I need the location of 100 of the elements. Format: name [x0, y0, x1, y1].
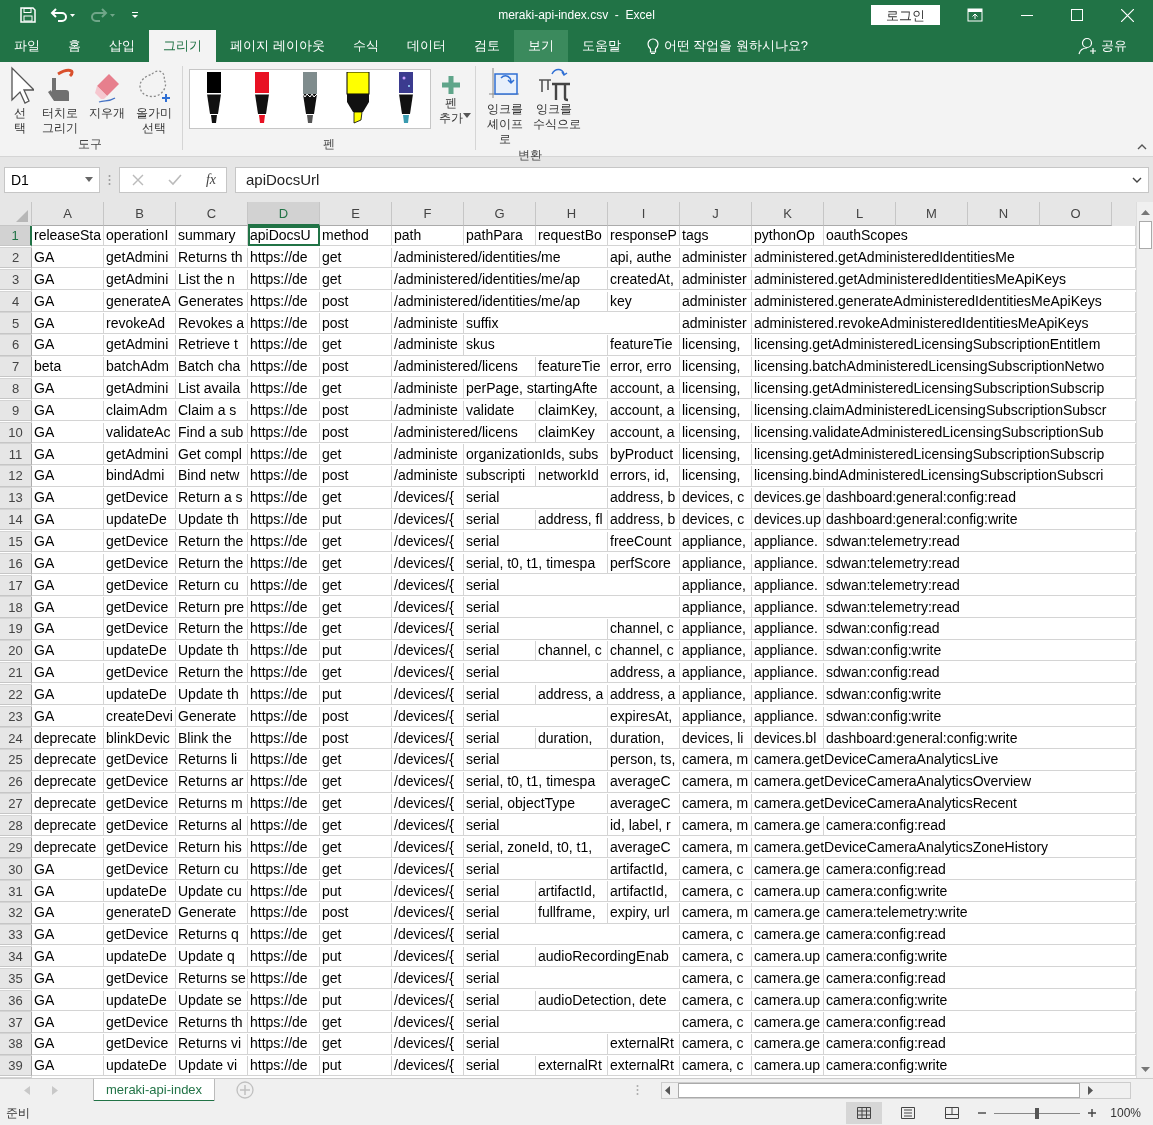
- row-header[interactable]: 6: [0, 335, 32, 356]
- ribbon-tab[interactable]: 데이터: [392, 30, 460, 62]
- row-header[interactable]: 17: [0, 575, 32, 596]
- collapse-ribbon-icon[interactable]: [1137, 144, 1147, 150]
- column-header[interactable]: F: [392, 202, 464, 226]
- expand-icon[interactable]: [1132, 176, 1142, 183]
- column-header[interactable]: G: [464, 202, 536, 226]
- save-icon[interactable]: [20, 7, 36, 23]
- ribbon-tab[interactable]: 그리기: [149, 30, 216, 62]
- ribbon-button[interactable]: 올가미 선택: [131, 66, 177, 136]
- column-header[interactable]: O: [1040, 202, 1112, 226]
- row-header[interactable]: 4: [0, 291, 32, 312]
- row-header[interactable]: 26: [0, 772, 32, 793]
- row-header[interactable]: 8: [0, 378, 32, 400]
- login-button[interactable]: 로그인: [871, 5, 940, 25]
- row-header[interactable]: 37: [0, 1012, 32, 1033]
- column-header[interactable]: B: [104, 202, 176, 226]
- ribbon-tab[interactable]: 검토: [459, 30, 514, 62]
- ribbon-tab[interactable]: 도움말: [567, 30, 635, 62]
- zoom-out-icon[interactable]: [978, 1109, 987, 1117]
- view-button[interactable]: [846, 1102, 883, 1124]
- column-header[interactable]: N: [968, 202, 1040, 226]
- column-header[interactable]: M: [896, 202, 968, 226]
- row-header[interactable]: 14: [0, 509, 32, 531]
- row-header[interactable]: 35: [0, 968, 32, 990]
- horizontal-scrollbar[interactable]: [661, 1081, 1131, 1099]
- row-header[interactable]: 22: [0, 684, 32, 706]
- row-header[interactable]: 13: [0, 488, 32, 509]
- row-header[interactable]: 29: [0, 837, 32, 859]
- row-header[interactable]: 27: [0, 793, 32, 815]
- row-header[interactable]: 3: [0, 269, 32, 291]
- ribbon-button[interactable]: 잉크를 수식으로: [530, 66, 578, 132]
- ribbon-button[interactable]: 선택: [4, 66, 36, 136]
- row-header[interactable]: 38: [0, 1034, 32, 1055]
- sheet-tab[interactable]: meraki-api-index: [94, 1078, 215, 1102]
- row-header[interactable]: 20: [0, 641, 32, 662]
- close-icon[interactable]: [1121, 8, 1134, 22]
- check-icon[interactable]: [167, 173, 182, 186]
- row-header[interactable]: 18: [0, 597, 32, 618]
- row-header[interactable]: 9: [0, 400, 32, 422]
- zoom-level[interactable]: 100%: [1110, 1106, 1141, 1120]
- name-box[interactable]: D1: [4, 166, 100, 193]
- ribbon-tab[interactable]: 홈: [54, 30, 95, 62]
- share-button[interactable]: 공유: [1072, 30, 1133, 62]
- scroll-up-icon[interactable]: [1140, 210, 1150, 215]
- row-header[interactable]: 23: [0, 706, 32, 727]
- row-header[interactable]: 36: [0, 990, 32, 1011]
- undo-icon[interactable]: [50, 7, 76, 23]
- formula-field[interactable]: apiDocsUrl: [235, 166, 1149, 193]
- row-header[interactable]: 21: [0, 662, 32, 684]
- row-header[interactable]: 2: [0, 247, 32, 269]
- scroll-thumb[interactable]: [678, 1082, 1080, 1098]
- ribbon-tab[interactable]: 파일: [0, 30, 54, 62]
- row-header[interactable]: 16: [0, 553, 32, 575]
- ribbon-tab[interactable]: 삽입: [95, 30, 149, 62]
- column-header[interactable]: I: [608, 202, 680, 226]
- ribbon-tab[interactable]: 수식: [338, 30, 393, 62]
- scroll-down-icon[interactable]: [1140, 1067, 1150, 1072]
- drag-handle-icon[interactable]: [108, 173, 111, 186]
- column-header[interactable]: E: [320, 202, 392, 226]
- column-header[interactable]: J: [680, 202, 752, 226]
- row-header[interactable]: 24: [0, 728, 32, 749]
- zoom-in-icon[interactable]: [1088, 1109, 1097, 1117]
- column-header[interactable]: C: [176, 202, 248, 226]
- row-header[interactable]: 15: [0, 531, 32, 553]
- row-header[interactable]: 30: [0, 859, 32, 880]
- row-header[interactable]: 33: [0, 925, 32, 946]
- row-header[interactable]: 31: [0, 881, 32, 902]
- insert-function-button[interactable]: fx: [205, 171, 216, 188]
- tell-me-field[interactable]: 어떤 작업을 원하시나요?: [663, 37, 809, 55]
- row-header[interactable]: 12: [0, 466, 32, 487]
- row-header[interactable]: 34: [0, 946, 32, 968]
- row-header[interactable]: 7: [0, 357, 32, 378]
- row-header[interactable]: 28: [0, 815, 32, 837]
- scroll-left-icon[interactable]: [665, 1085, 670, 1095]
- ribbon-display-icon[interactable]: [967, 8, 983, 22]
- row-header[interactable]: 10: [0, 422, 32, 443]
- scroll-thumb[interactable]: [1138, 221, 1152, 249]
- ribbon-tab[interactable]: 보기: [513, 30, 568, 62]
- row-header[interactable]: 19: [0, 619, 32, 640]
- ribbon-button[interactable]: 지우개: [84, 66, 130, 121]
- row-header[interactable]: 1: [0, 226, 32, 247]
- row-header[interactable]: 32: [0, 903, 32, 924]
- row-header[interactable]: 11: [0, 444, 32, 465]
- column-header[interactable]: L: [824, 202, 896, 226]
- ribbon-tab[interactable]: 페이지 레이아웃: [216, 30, 339, 62]
- column-header[interactable]: K: [752, 202, 824, 226]
- maximize-icon[interactable]: [1071, 9, 1083, 21]
- add-pen-button[interactable]: 펜 추가: [433, 66, 469, 126]
- ribbon-button[interactable]: 터치로 그리기: [38, 66, 83, 136]
- column-header[interactable]: A: [32, 202, 104, 226]
- vertical-scrollbar[interactable]: [1136, 202, 1153, 1078]
- scroll-right-icon[interactable]: [1088, 1085, 1093, 1095]
- column-header[interactable]: H: [536, 202, 608, 226]
- customize-caret-icon[interactable]: [130, 10, 140, 20]
- ribbon-button[interactable]: 잉크를 셰이프로: [481, 66, 529, 147]
- row-header[interactable]: 5: [0, 313, 32, 334]
- column-header[interactable]: D: [248, 202, 320, 226]
- row-header[interactable]: 25: [0, 750, 32, 771]
- row-header[interactable]: 39: [0, 1056, 32, 1077]
